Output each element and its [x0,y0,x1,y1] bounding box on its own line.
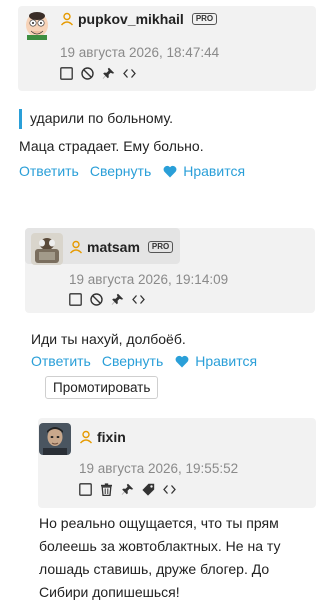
comment-line: болеешь за жовтоблактных. Не на ту [39,538,281,554]
comment-tools [69,293,145,306]
quote-bar [19,109,22,129]
pro-badge: PRO [191,13,218,25]
checkbox-icon[interactable] [69,293,82,306]
comment-text: Но реально ощущается, что ты прям болееш… [39,512,280,600]
comment-line: Но реально ощущается, что ты прям [39,515,279,531]
pro-badge: PRO [147,241,174,253]
reply-link[interactable]: Ответить [19,163,79,179]
code-icon[interactable] [132,293,145,306]
heart-icon[interactable] [175,355,189,368]
checkbox-icon[interactable] [60,67,73,80]
pin-icon[interactable] [102,67,115,80]
user-icon [79,430,93,444]
user-icon [69,240,83,254]
comment-text: Иди ты нахуй, долбоёб. [31,331,186,347]
like-link[interactable]: Нравится [183,163,245,179]
collapse-link[interactable]: Свернуть [102,353,163,369]
promote-button[interactable]: Промотировать [45,376,159,399]
comment-actions: Ответить Свернуть Нравится [31,353,257,369]
heart-icon[interactable] [163,165,177,178]
pin-icon[interactable] [121,483,134,496]
username[interactable]: pupkov_mikhail [78,11,184,27]
author-row: matsam PRO [69,239,174,255]
block-icon[interactable] [90,293,103,306]
timestamp[interactable]: 19 августа 2026, 19:55:52 [79,461,238,476]
checkbox-icon[interactable] [79,483,92,496]
comment-tools [60,67,136,80]
comment-actions: Ответить Свернуть Нравится [19,163,245,179]
pin-icon[interactable] [111,293,124,306]
timestamp[interactable]: 19 августа 2026, 18:47:44 [60,45,219,60]
timestamp[interactable]: 19 августа 2026, 19:14:09 [69,272,228,287]
like-link[interactable]: Нравится [195,353,257,369]
reply-link[interactable]: Ответить [31,353,91,369]
tag-icon[interactable] [142,483,155,496]
author-row: pupkov_mikhail PRO [60,11,218,27]
username[interactable]: matsam [87,239,140,255]
quote-text: ударили по больному. [30,110,173,126]
avatar[interactable] [39,423,71,455]
code-icon[interactable] [123,67,136,80]
code-icon[interactable] [163,483,176,496]
comment-tools [79,483,176,496]
comment-line: лошадь ставишь, друже блогер. До [39,561,270,577]
collapse-link[interactable]: Свернуть [90,163,151,179]
avatar[interactable] [31,233,63,265]
trash-icon[interactable] [100,483,113,496]
username[interactable]: fixin [97,429,126,445]
author-row: fixin [79,429,126,445]
avatar[interactable] [21,8,53,40]
comment-text: Маца страдает. Ему больно. [19,138,204,154]
comment-line: Сибири допишешься! [39,584,180,600]
user-icon [60,12,74,26]
block-icon[interactable] [81,67,94,80]
